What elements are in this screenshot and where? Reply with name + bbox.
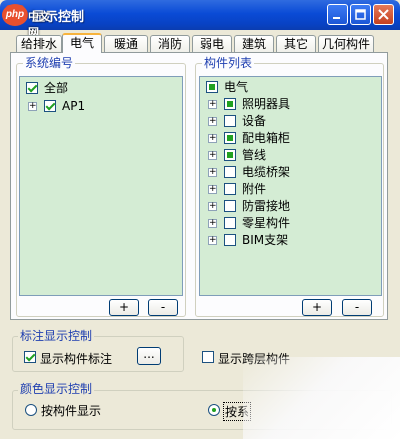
ap1-label: AP1 [62,99,86,113]
tab-architecture[interactable]: 建筑 [234,35,274,52]
equipment-label: 设备 [242,114,267,128]
misc-component-label: 零星构件 [242,216,291,230]
misc-component-checkbox[interactable] [224,217,236,229]
electrical-checkbox[interactable] [206,81,218,93]
expand-icon[interactable]: + [208,236,217,245]
all-checkbox[interactable] [26,82,38,94]
bim-support-label: BIM支架 [242,233,289,247]
expand-icon[interactable]: + [28,102,37,111]
by-component-radio[interactable] [25,404,37,416]
bim-support-checkbox[interactable] [224,234,236,246]
expand-icon[interactable]: + [208,134,217,143]
cable-tray-checkbox[interactable] [224,166,236,178]
lighting-label: 照明器具 [242,97,291,111]
by-component-label: 按构件显示 [41,404,102,418]
component-tree: 电气 + 照明器具 + 设备 + 配电箱柜 + 管线 + 电缆桥架 + 附件 +… [199,76,382,296]
system-tree: 全部 + AP1 [19,76,183,296]
tab-fire[interactable]: 消防 [150,35,190,52]
component-list-group: 构件列表 电气 + 照明器具 + 设备 + 配电箱柜 + 管线 + 电缆桥架 +… [195,56,384,317]
component-remove-button[interactable]: - [342,299,372,316]
by-system-radio[interactable] [208,404,220,416]
lightning-grounding-checkbox[interactable] [224,200,236,212]
component-add-button[interactable]: + [302,299,332,316]
minimize-icon [333,17,340,19]
tab-geometry[interactable]: 几何构件 [318,35,374,52]
tab-other[interactable]: 其它 [276,35,316,52]
pipeline-checkbox[interactable] [224,149,236,161]
minimize-button[interactable] [327,4,348,25]
system-number-group: 系统编号 全部 + AP1 + - [16,56,186,317]
tab-water[interactable]: 给排水 [16,35,62,52]
expand-icon[interactable]: + [208,202,217,211]
expand-icon[interactable]: + [208,151,217,160]
show-annotation-label: 显示构件标注 [40,352,113,366]
cable-tray-label: 电缆桥架 [242,165,291,179]
component-list-title: 构件列表 [202,56,255,70]
close-icon [378,9,389,20]
tab-weak-current[interactable]: 弱电 [192,35,232,52]
expand-icon[interactable]: + [208,117,217,126]
distribution-box-checkbox[interactable] [224,132,236,144]
system-add-button[interactable]: + [109,299,139,316]
pipeline-label: 管线 [242,148,267,162]
ap1-checkbox[interactable] [44,100,56,112]
maximize-icon [355,9,366,20]
annotation-settings-button[interactable]: ... [137,347,161,365]
expand-icon[interactable]: + [208,185,217,194]
expand-icon[interactable]: + [208,219,217,228]
lighting-checkbox[interactable] [224,98,236,110]
distribution-box-label: 配电箱柜 [242,131,291,145]
equipment-checkbox[interactable] [224,115,236,127]
lightning-grounding-label: 防雷接地 [242,199,291,213]
tab-electrical[interactable]: 电气 [62,33,102,53]
watermark: php 中文网 [2,4,60,39]
electrical-label: 电气 [224,80,249,94]
color-control-title: 颜色显示控制 [18,382,95,396]
system-number-title: 系统编号 [23,56,76,70]
title-bar[interactable]: 显示控制 php 中文网 [0,0,400,39]
annotation-control-title: 标注显示控制 [18,329,95,343]
system-remove-button[interactable]: - [148,299,178,316]
all-label: 全部 [44,81,69,95]
expand-icon[interactable]: + [208,100,217,109]
tab-hvac[interactable]: 暖通 [104,35,148,52]
accessory-checkbox[interactable] [224,183,236,195]
close-button[interactable] [373,4,394,25]
accessory-label: 附件 [242,182,267,196]
display-control-window: 显示控制 php 中文网 给排水 电气 暖通 消防 弱电 建筑 其它 几何构件 … [0,0,400,439]
show-annotation-checkbox[interactable] [24,351,36,363]
watermark-logo-icon: php [2,4,28,26]
show-cross-floor-checkbox[interactable] [202,351,214,363]
maximize-button[interactable] [350,4,371,25]
tab-panel: 系统编号 全部 + AP1 + - 构件列表 电气 + 照明器具 + 设备 + … [10,52,388,320]
expand-icon[interactable]: + [208,168,217,177]
watermark-blur-overlay [243,357,400,439]
